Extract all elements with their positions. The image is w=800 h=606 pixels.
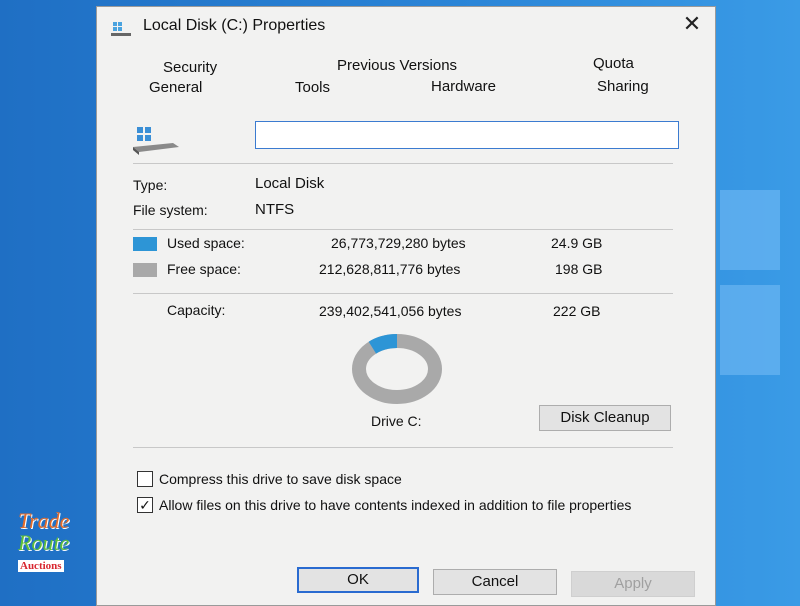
properties-dialog: Local Disk (C:) Properties ✕ Security Pr…: [96, 6, 716, 606]
used-space-segment: [368, 334, 398, 354]
index-checkbox[interactable]: ✓: [137, 497, 153, 513]
tab-tools[interactable]: Tools: [295, 79, 330, 96]
used-space-label: Used space:: [167, 235, 245, 251]
compress-checkbox[interactable]: [137, 471, 153, 487]
free-space-ring: [352, 334, 442, 404]
used-space-bytes: 26,773,729,280 bytes: [331, 235, 466, 251]
tab-sharing[interactable]: Sharing: [597, 78, 649, 95]
used-space-gb: 24.9 GB: [551, 235, 603, 251]
separator: [133, 447, 673, 448]
used-space-swatch: [133, 237, 157, 251]
disk-usage-donut-chart: [352, 334, 442, 404]
apply-button[interactable]: Apply: [571, 571, 695, 597]
tab-hardware[interactable]: Hardware: [431, 78, 496, 95]
trade-route-auctions-watermark: Trade Route Auctions: [18, 508, 90, 582]
tab-security[interactable]: Security: [163, 59, 217, 76]
type-label: Type:: [133, 177, 168, 193]
free-space-swatch: [133, 263, 157, 277]
disk-cleanup-button[interactable]: Disk Cleanup: [539, 405, 671, 431]
cancel-button[interactable]: Cancel: [433, 569, 557, 595]
index-label: Allow files on this drive to have conten…: [159, 497, 632, 513]
dialog-title: Local Disk (C:) Properties: [143, 17, 326, 34]
desktop-window-logo-pane: [720, 190, 780, 270]
tab-quota[interactable]: Quota: [593, 55, 634, 72]
watermark-line3: Auctions: [18, 560, 64, 572]
free-space-label: Free space:: [167, 261, 241, 277]
close-button[interactable]: ✕: [675, 11, 709, 37]
capacity-gb: 222 GB: [553, 303, 601, 319]
free-space-gb: 198 GB: [555, 261, 603, 277]
separator: [133, 293, 673, 294]
capacity-bytes: 239,402,541,056 bytes: [319, 303, 462, 319]
tab-general[interactable]: General: [149, 79, 202, 96]
drive-icon: [133, 127, 179, 155]
drive-name-input[interactable]: [255, 121, 679, 149]
file-system-value: NTFS: [255, 201, 295, 218]
watermark-line2: Route: [18, 530, 70, 555]
separator: [133, 163, 673, 164]
type-value: Local Disk: [255, 175, 325, 192]
capacity-label: Capacity:: [167, 302, 226, 318]
free-space-bytes: 212,628,811,776 bytes: [319, 261, 461, 277]
compress-label: Compress this drive to save disk space: [159, 471, 402, 487]
file-system-label: File system:: [133, 202, 208, 218]
separator: [133, 229, 673, 230]
drive-icon: [111, 22, 131, 36]
desktop-window-logo-pane: [720, 285, 780, 375]
tab-previous-versions[interactable]: Previous Versions: [337, 57, 457, 74]
drive-letter-label: Drive C:: [371, 413, 422, 429]
ok-button[interactable]: OK: [297, 567, 419, 593]
